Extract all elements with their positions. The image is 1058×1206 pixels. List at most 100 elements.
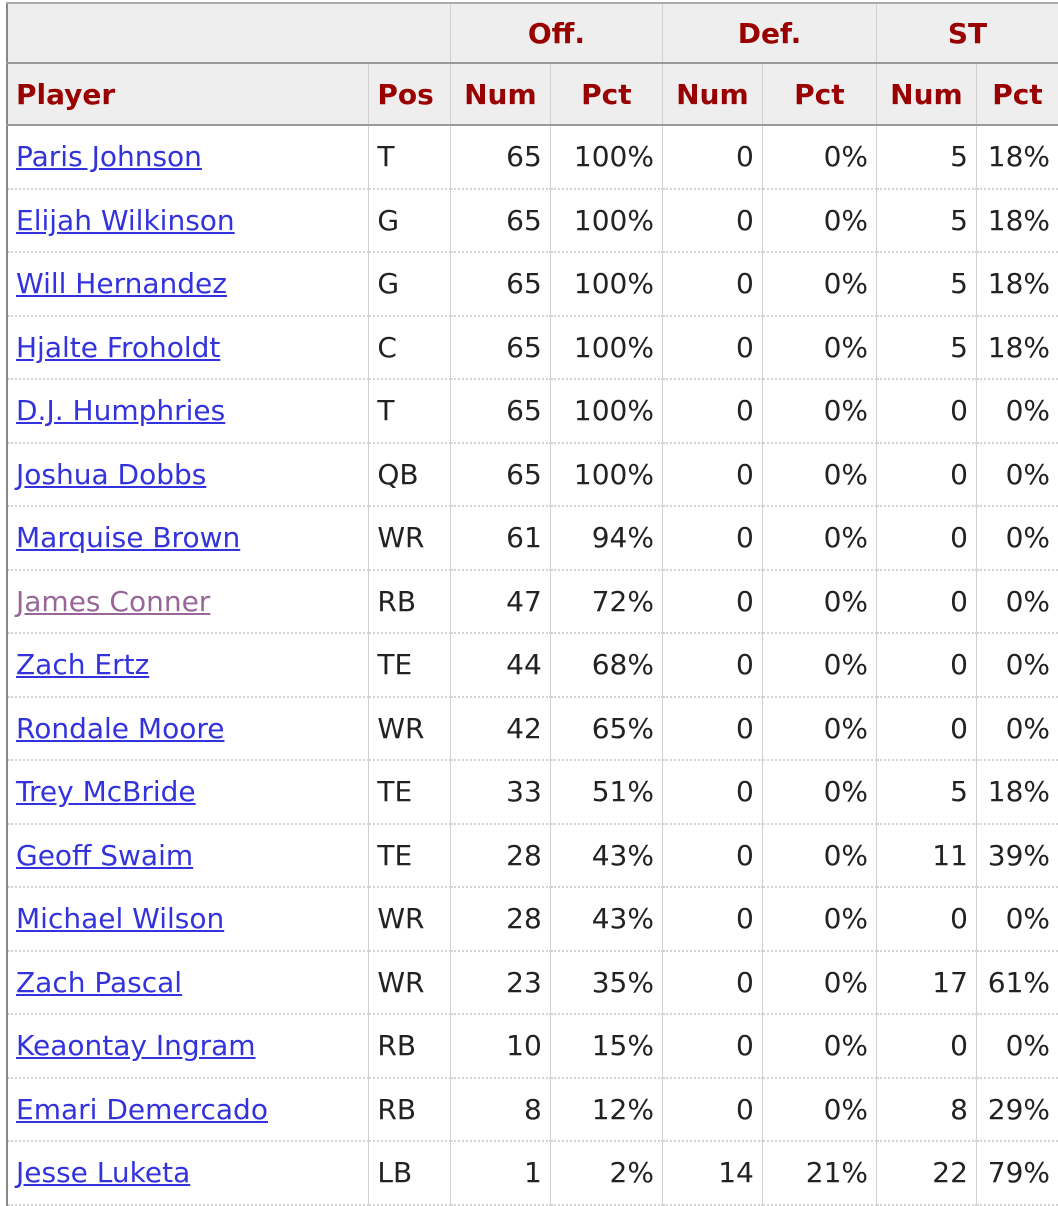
- player-link[interactable]: Trey McBride: [16, 775, 196, 808]
- player-link[interactable]: Joshua Dobbs: [16, 458, 206, 491]
- col-header-st-pct[interactable]: Pct: [976, 63, 1058, 125]
- col-header-player[interactable]: Player: [7, 63, 369, 125]
- position-cell: TE: [369, 824, 451, 888]
- st-pct-cell: 18%: [976, 252, 1058, 316]
- def-num-cell: 0: [662, 125, 762, 189]
- def-pct-cell: 0%: [762, 570, 876, 634]
- table-row: Zach ErtzTE4468%00%00%: [7, 633, 1058, 697]
- off-pct-cell: 100%: [550, 125, 662, 189]
- player-link[interactable]: Zach Ertz: [16, 648, 149, 681]
- st-pct-cell: 29%: [976, 1078, 1058, 1142]
- player-link[interactable]: Hjalte Froholdt: [16, 331, 220, 364]
- col-header-pos[interactable]: Pos: [369, 63, 451, 125]
- table-row: Emari DemercadoRB812%00%829%: [7, 1078, 1058, 1142]
- col-header-def-num[interactable]: Num: [662, 63, 762, 125]
- position-cell: WR: [369, 951, 451, 1015]
- off-num-cell: 28: [450, 824, 550, 888]
- off-num-cell: 42: [450, 697, 550, 761]
- st-num-cell: 0: [877, 443, 977, 507]
- st-pct-cell: 0%: [976, 887, 1058, 951]
- player-link[interactable]: Rondale Moore: [16, 712, 224, 745]
- def-num-cell: 0: [662, 443, 762, 507]
- def-pct-cell: 0%: [762, 379, 876, 443]
- def-num-cell: 0: [662, 316, 762, 380]
- off-pct-cell: 15%: [550, 1014, 662, 1078]
- player-cell: Zach Pascal: [7, 951, 369, 1015]
- player-cell: Keaontay Ingram: [7, 1014, 369, 1078]
- player-link[interactable]: Jesse Luketa: [16, 1156, 190, 1189]
- st-pct-cell: 0%: [976, 697, 1058, 761]
- player-cell: Elijah Wilkinson: [7, 189, 369, 253]
- off-pct-cell: 100%: [550, 189, 662, 253]
- position-cell: TE: [369, 633, 451, 697]
- off-num-cell: 28: [450, 887, 550, 951]
- position-cell: T: [369, 379, 451, 443]
- col-header-def-pct[interactable]: Pct: [762, 63, 876, 125]
- player-link[interactable]: Geoff Swaim: [16, 839, 193, 872]
- snap-counts-table: Off. Def. ST Player Pos Num Pct Num Pct …: [6, 2, 1058, 1206]
- header-group-row: Off. Def. ST: [7, 3, 1058, 63]
- off-num-cell: 47: [450, 570, 550, 634]
- off-num-cell: 1: [450, 1141, 550, 1205]
- player-link[interactable]: Paris Johnson: [16, 140, 202, 173]
- position-cell: G: [369, 189, 451, 253]
- st-num-cell: 0: [877, 633, 977, 697]
- off-num-cell: 61: [450, 506, 550, 570]
- def-pct-cell: 0%: [762, 633, 876, 697]
- table-row: Michael WilsonWR2843%00%00%: [7, 887, 1058, 951]
- position-cell: LB: [369, 1141, 451, 1205]
- player-link[interactable]: Emari Demercado: [16, 1093, 268, 1126]
- player-link[interactable]: Elijah Wilkinson: [16, 204, 235, 237]
- def-num-cell: 0: [662, 760, 762, 824]
- table-row: Hjalte FroholdtC65100%00%518%: [7, 316, 1058, 380]
- player-link[interactable]: Keaontay Ingram: [16, 1029, 256, 1062]
- def-pct-cell: 0%: [762, 1014, 876, 1078]
- player-link[interactable]: Marquise Brown: [16, 521, 240, 554]
- table-row: Keaontay IngramRB1015%00%00%: [7, 1014, 1058, 1078]
- def-num-cell: 0: [662, 824, 762, 888]
- st-num-cell: 0: [877, 570, 977, 634]
- player-cell: Hjalte Froholdt: [7, 316, 369, 380]
- def-pct-cell: 0%: [762, 316, 876, 380]
- player-link[interactable]: Will Hernandez: [16, 267, 227, 300]
- position-cell: RB: [369, 1078, 451, 1142]
- col-header-off-pct[interactable]: Pct: [550, 63, 662, 125]
- st-num-cell: 0: [877, 379, 977, 443]
- st-num-cell: 8: [877, 1078, 977, 1142]
- position-cell: WR: [369, 506, 451, 570]
- position-cell: G: [369, 252, 451, 316]
- st-pct-cell: 18%: [976, 125, 1058, 189]
- header-group-offense: Off.: [450, 3, 662, 63]
- st-pct-cell: 0%: [976, 1014, 1058, 1078]
- player-link[interactable]: James Conner: [16, 585, 210, 618]
- position-cell: TE: [369, 760, 451, 824]
- col-header-st-num[interactable]: Num: [877, 63, 977, 125]
- position-cell: QB: [369, 443, 451, 507]
- header-group-blank: [7, 3, 450, 63]
- position-cell: RB: [369, 570, 451, 634]
- table-row: Rondale MooreWR4265%00%00%: [7, 697, 1058, 761]
- def-num-cell: 0: [662, 379, 762, 443]
- header-group-special-teams: ST: [877, 3, 1058, 63]
- st-pct-cell: 0%: [976, 570, 1058, 634]
- off-pct-cell: 2%: [550, 1141, 662, 1205]
- def-pct-cell: 0%: [762, 697, 876, 761]
- player-cell: Emari Demercado: [7, 1078, 369, 1142]
- player-link[interactable]: Zach Pascal: [16, 966, 182, 999]
- off-pct-cell: 94%: [550, 506, 662, 570]
- st-num-cell: 11: [877, 824, 977, 888]
- player-link[interactable]: D.J. Humphries: [16, 394, 225, 427]
- player-cell: Paris Johnson: [7, 125, 369, 189]
- off-num-cell: 8: [450, 1078, 550, 1142]
- st-pct-cell: 18%: [976, 189, 1058, 253]
- col-header-off-num[interactable]: Num: [450, 63, 550, 125]
- def-pct-cell: 0%: [762, 506, 876, 570]
- player-link[interactable]: Michael Wilson: [16, 902, 224, 935]
- off-num-cell: 65: [450, 189, 550, 253]
- st-num-cell: 5: [877, 316, 977, 380]
- player-cell: Trey McBride: [7, 760, 369, 824]
- def-pct-cell: 21%: [762, 1141, 876, 1205]
- st-pct-cell: 0%: [976, 443, 1058, 507]
- player-cell: Joshua Dobbs: [7, 443, 369, 507]
- off-num-cell: 65: [450, 443, 550, 507]
